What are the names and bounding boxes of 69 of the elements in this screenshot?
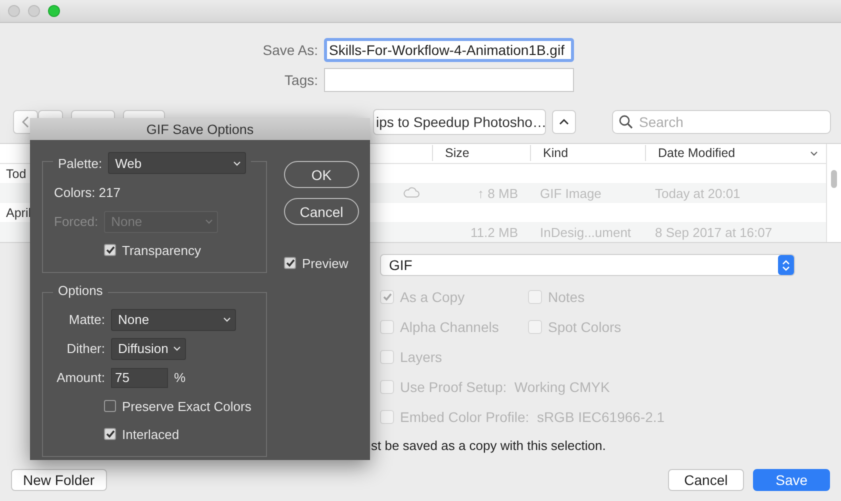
- palette-select[interactable]: Web: [108, 152, 246, 174]
- dialog-title: GIF Save Options: [30, 118, 370, 140]
- checkbox-label: As a Copy: [400, 289, 465, 305]
- chevron-down-icon: [223, 317, 231, 322]
- up-down-chevron-icon: [782, 258, 790, 272]
- dither-select[interactable]: Diffusion: [111, 338, 186, 360]
- checkmark-icon: [286, 259, 294, 267]
- checkmark-icon: [106, 246, 114, 254]
- checkbox-label: Preserve Exact Colors: [122, 398, 252, 414]
- field-label: Palette:: [58, 156, 102, 170]
- cancel-button[interactable]: Cancel: [284, 198, 359, 225]
- parent-folder-button[interactable]: [552, 110, 576, 134]
- chevron-left-icon: [22, 116, 29, 128]
- file-kind: GIF Image: [539, 186, 602, 201]
- checkbox[interactable]: [104, 244, 116, 256]
- chevron-down-icon: [810, 150, 818, 156]
- checkbox[interactable]: [284, 257, 296, 269]
- checkbox-label: Preview: [302, 256, 348, 270]
- checkbox-label: Alpha Channels: [400, 319, 499, 335]
- checkbox-label: Interlaced: [122, 426, 180, 442]
- cloud-icon: [403, 186, 420, 198]
- checkbox-label: Notes: [548, 289, 585, 305]
- cancel-button[interactable]: Cancel: [668, 469, 744, 491]
- chevron-down-icon: [233, 160, 242, 166]
- checkbox-label: Use Proof Setup: Working CMYK: [400, 379, 610, 395]
- format-popup[interactable]: GIF: [380, 254, 795, 276]
- file-date: 8 Sep 2017 at 16:07: [654, 224, 774, 240]
- group-header: Tod: [5, 166, 26, 180]
- filename-field[interactable]: Skills-For-Workflow-4-Animation1B.gif: [324, 38, 574, 62]
- file-size: 11.2 MB: [470, 224, 519, 240]
- checkbox-label: Layers: [400, 349, 442, 365]
- warning-text: st be saved as a copy with this selection.: [371, 438, 607, 453]
- zoom-button[interactable]: [48, 5, 60, 17]
- checkbox-label: Embed Color Profile: sRGB IEC61966-2.1: [400, 409, 665, 425]
- chevron-down-icon: [173, 346, 181, 351]
- field-label: Tags:: [284, 72, 318, 88]
- field-label: Matte:: [68, 312, 105, 327]
- checkbox-label: Transparency: [122, 242, 201, 258]
- tags-field[interactable]: [324, 68, 574, 92]
- file-size: ↑ 8 MB: [476, 186, 519, 201]
- file-kind: InDesig...ument: [539, 224, 632, 240]
- new-folder-button[interactable]: New Folder: [11, 469, 107, 491]
- save-button[interactable]: Save: [753, 469, 830, 491]
- search-icon: [619, 115, 633, 129]
- ok-button[interactable]: OK: [284, 161, 359, 188]
- field-label: Dither:: [66, 341, 105, 356]
- chevron-down-icon: [205, 219, 214, 224]
- chevron-up-icon: [559, 119, 569, 125]
- scrollbar-thumb[interactable]: [831, 170, 837, 188]
- group-title: Options: [58, 283, 103, 298]
- amount-field[interactable]: 75: [111, 368, 168, 388]
- column-header[interactable]: Date Modified: [645, 145, 826, 162]
- checkbox[interactable]: [104, 428, 116, 440]
- location-popup[interactable]: ips to Speedup Photosho…: [373, 109, 546, 135]
- checkmark-icon: [106, 430, 114, 438]
- checkbox[interactable]: [104, 400, 116, 412]
- unit-label: %: [174, 370, 186, 385]
- column-header[interactable]: Size: [432, 145, 530, 162]
- close-button[interactable]: [8, 5, 20, 17]
- file-date: Today at 20:01: [654, 186, 742, 201]
- column-header[interactable]: Kind: [530, 145, 645, 162]
- field-label: Save As:: [262, 42, 318, 58]
- colors-count: Colors: 217: [54, 185, 120, 200]
- checkmark-icon: [382, 293, 392, 301]
- minimize-button[interactable]: [28, 5, 40, 17]
- group-header: April: [5, 206, 32, 220]
- field-label: Amount:: [56, 370, 105, 385]
- matte-select[interactable]: None: [111, 308, 236, 330]
- checkbox-label: Spot Colors: [548, 319, 622, 335]
